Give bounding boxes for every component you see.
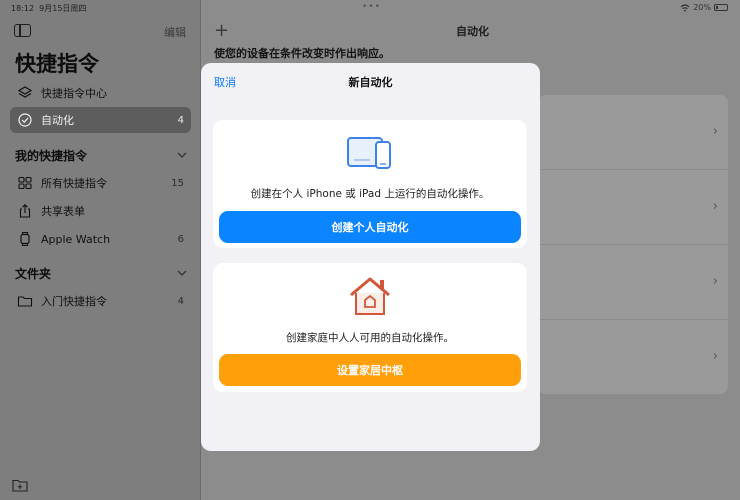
app-title: 快捷指令 bbox=[15, 52, 99, 76]
grid-icon bbox=[18, 176, 32, 190]
sidebar-item-label: 所有快捷指令 bbox=[41, 177, 107, 190]
home-automation-card: 创建家庭中人人可用的自动化操作。 设置家居中枢 bbox=[213, 263, 527, 392]
share-icon bbox=[19, 204, 31, 218]
battery-level-fill bbox=[716, 6, 718, 9]
section-title: 文件夹 bbox=[15, 266, 52, 281]
status-bar: 18:12 9月15日周四 ••• 20% bbox=[0, 0, 740, 14]
sidebar-item-apple-watch[interactable]: Apple Watch 6 bbox=[10, 226, 191, 252]
sheet-title: 新自动化 bbox=[348, 76, 393, 89]
section-title: 我的快捷指令 bbox=[15, 148, 88, 163]
sidebar-item-all-shortcuts[interactable]: 所有快捷指令 15 bbox=[10, 170, 191, 196]
add-icon[interactable]: + bbox=[214, 20, 229, 41]
status-right: 20% bbox=[680, 3, 728, 12]
sidebar-item-count: 6 bbox=[177, 233, 184, 245]
create-personal-automation-button[interactable]: 创建个人自动化 bbox=[219, 211, 521, 243]
new-automation-sheet: 新自动化 取消 创建在个人 iPhone 或 iPad 上运行的自动化操作。 创… bbox=[201, 63, 540, 451]
row-divider bbox=[538, 319, 728, 320]
sidebar-item-automation[interactable]: 自动化 4 bbox=[10, 107, 191, 133]
section-folders[interactable]: 文件夹 bbox=[15, 264, 187, 282]
page-title: 自动化 bbox=[456, 25, 489, 38]
sidebar-item-label: 共享表单 bbox=[41, 205, 85, 218]
battery-icon bbox=[714, 4, 728, 11]
multitask-dots-icon[interactable]: ••• bbox=[362, 2, 381, 12]
section-my-shortcuts[interactable]: 我的快捷指令 bbox=[15, 146, 187, 164]
row-divider bbox=[538, 169, 728, 170]
sidebar-item-label: 入门快捷指令 bbox=[41, 295, 107, 308]
sidebar-item-share-sheet[interactable]: 共享表单 bbox=[10, 198, 191, 224]
sidebar-toggle-icon[interactable] bbox=[14, 24, 31, 37]
sidebar-item-count: 4 bbox=[177, 114, 184, 126]
new-folder-icon[interactable] bbox=[12, 478, 30, 492]
sidebar: 编辑 快捷指令 快捷指令中心 自动化 4 我的快捷指令 所有快捷指令 15 共享… bbox=[0, 0, 201, 500]
battery-percent: 20% bbox=[693, 3, 711, 12]
page-description: 使您的设备在条件改变时作出响应。 bbox=[214, 47, 390, 60]
home-automation-description: 创建家庭中人人可用的自动化操作。 bbox=[286, 332, 454, 344]
sidebar-item-count: 4 bbox=[177, 295, 184, 307]
automation-list: › › › › bbox=[538, 95, 728, 394]
clock-check-icon bbox=[18, 113, 32, 127]
home-icon bbox=[350, 277, 390, 315]
chevron-down-icon bbox=[177, 152, 187, 158]
sidebar-item-label: 自动化 bbox=[41, 114, 74, 127]
sidebar-toolbar: 编辑 bbox=[14, 22, 186, 40]
chevron-right-icon[interactable]: › bbox=[713, 274, 718, 289]
folder-icon bbox=[17, 296, 33, 307]
sidebar-item-count: 15 bbox=[171, 177, 184, 189]
chevron-right-icon[interactable]: › bbox=[713, 124, 718, 139]
sidebar-item-gallery[interactable]: 快捷指令中心 bbox=[10, 80, 191, 106]
cancel-button[interactable]: 取消 bbox=[214, 74, 236, 90]
row-divider bbox=[538, 244, 728, 245]
chevron-down-icon bbox=[177, 270, 187, 276]
set-up-home-hub-button[interactable]: 设置家居中枢 bbox=[219, 354, 521, 386]
chevron-right-icon[interactable]: › bbox=[713, 199, 718, 214]
status-clock: 18:12 bbox=[11, 4, 35, 13]
status-time: 18:12 9月15日周四 bbox=[11, 3, 86, 14]
sidebar-item-label: 快捷指令中心 bbox=[41, 87, 107, 100]
personal-automation-card: 创建在个人 iPhone 或 iPad 上运行的自动化操作。 创建个人自动化 bbox=[213, 120, 527, 248]
sidebar-item-label: Apple Watch bbox=[41, 232, 111, 246]
status-date: 9月15日周四 bbox=[39, 4, 87, 13]
edit-button[interactable]: 编辑 bbox=[164, 24, 186, 40]
ipad-iphone-icon bbox=[347, 137, 391, 169]
sidebar-item-starter-folder[interactable]: 入门快捷指令 4 bbox=[10, 288, 191, 314]
personal-automation-description: 创建在个人 iPhone 或 iPad 上运行的自动化操作。 bbox=[250, 188, 490, 200]
layers-icon bbox=[17, 86, 33, 98]
watch-icon bbox=[20, 231, 30, 247]
wifi-icon bbox=[680, 3, 690, 11]
chevron-right-icon[interactable]: › bbox=[713, 349, 718, 364]
